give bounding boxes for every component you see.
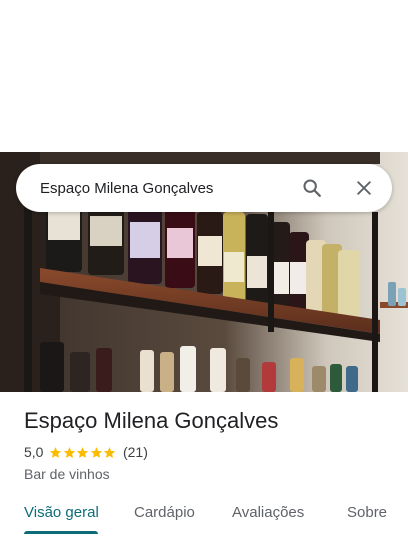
- place-tabs: Visão geral Cardápio Avaliações Sobre: [0, 494, 408, 534]
- star-icon: [104, 446, 116, 458]
- tab-menu[interactable]: Cardápio: [134, 504, 195, 521]
- place-panel: Espaço Milena Gonçalves Espaço Milena Go…: [0, 0, 408, 544]
- place-info: Espaço Milena Gonçalves 5,0 (21) Bar de …: [24, 404, 392, 482]
- place-category: Bar de vinhos: [24, 466, 110, 482]
- rating-row[interactable]: 5,0 (21): [24, 442, 392, 462]
- rating-value: 5,0: [24, 444, 44, 460]
- star-icon: [90, 446, 103, 458]
- star-icon: [63, 446, 76, 458]
- review-count[interactable]: (21): [123, 444, 148, 460]
- tab-reviews[interactable]: Avaliações: [232, 504, 304, 521]
- close-icon[interactable]: [352, 176, 376, 200]
- star-icon: [77, 446, 89, 458]
- active-tab-indicator: [24, 531, 98, 534]
- place-title: Espaço Milena Gonçalves: [24, 408, 279, 433]
- tab-about[interactable]: Sobre: [347, 504, 387, 521]
- rating-stars: [49, 446, 117, 459]
- star-icon: [50, 446, 62, 458]
- search-icon[interactable]: [300, 176, 324, 200]
- tab-overview[interactable]: Visão geral: [24, 504, 99, 521]
- search-query-text[interactable]: Espaço Milena Gonçalves: [40, 180, 300, 197]
- search-bar[interactable]: Espaço Milena Gonçalves: [16, 164, 392, 212]
